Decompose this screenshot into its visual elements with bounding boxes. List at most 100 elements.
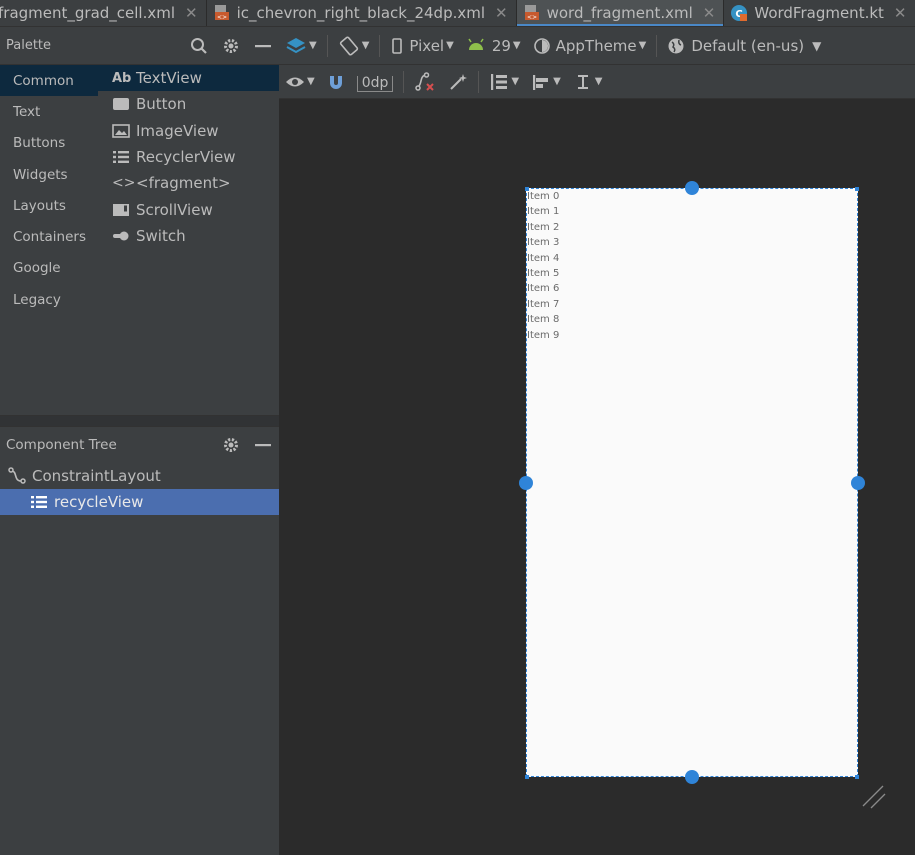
close-icon[interactable]: ✕ <box>894 4 907 22</box>
gear-icon[interactable] <box>221 435 241 455</box>
svg-text:<>: <> <box>217 14 227 21</box>
close-icon[interactable]: ✕ <box>185 4 198 22</box>
tree-node-constraintlayout[interactable]: ConstraintLayout <box>0 463 279 489</box>
default-margin-field[interactable]: 0dp <box>351 65 400 98</box>
device-preview[interactable]: Item 0 Item 1 Item 2 Item 3 Item 4 Item … <box>526 188 858 777</box>
category-label: Legacy <box>13 291 61 308</box>
list-item: Item 6 <box>527 283 560 295</box>
component-label: ImageView <box>136 121 219 140</box>
close-icon[interactable]: ✕ <box>703 4 716 22</box>
chevron-down-icon: ▼ <box>309 40 317 51</box>
category-layouts[interactable]: Layouts <box>0 190 98 221</box>
resize-handle-top-left[interactable] <box>525 187 529 191</box>
category-label: Containers <box>13 229 87 246</box>
category-widgets[interactable]: Widgets <box>0 159 98 190</box>
component-button[interactable]: Button <box>98 91 279 117</box>
category-buttons[interactable]: Buttons <box>0 128 98 159</box>
component-fragment[interactable]: <> <fragment> <box>98 170 279 196</box>
pack-button[interactable]: ▼ <box>483 65 525 98</box>
component-switch[interactable]: Switch <box>98 223 279 249</box>
toolbar-separator <box>326 34 328 57</box>
category-google[interactable]: Google <box>0 253 98 284</box>
search-icon[interactable] <box>189 36 209 56</box>
constraint-handle-right[interactable] <box>851 476 865 490</box>
device-resize-icon[interactable] <box>861 784 887 810</box>
fragment-icon: <> <box>112 175 136 192</box>
api-selector[interactable]: 29 ▼ <box>460 27 527 64</box>
chevron-down-icon: ▼ <box>512 40 521 51</box>
constraint-handle-left[interactable] <box>519 476 533 490</box>
list-item: Item 9 <box>527 329 560 341</box>
magic-wand-icon <box>450 73 468 90</box>
category-common[interactable]: Common <box>0 65 98 97</box>
category-legacy[interactable]: Legacy <box>0 284 98 315</box>
guidelines-button[interactable]: ▼ <box>567 65 609 98</box>
toolbar-separator <box>379 34 381 57</box>
component-textview[interactable]: Ab TextView <box>98 65 279 92</box>
component-tree-title: Component Tree <box>6 437 117 453</box>
locale-selector[interactable]: Default (en-us) ▼ <box>661 27 827 64</box>
tab-ic-chevron-right[interactable]: <> ic_chevron_right_black_24dp.xml ✕ <box>207 0 517 26</box>
phone-icon <box>392 37 403 54</box>
panel-splitter[interactable] <box>0 415 279 427</box>
component-label: RecyclerView <box>136 148 236 167</box>
imageview-icon <box>112 123 132 138</box>
tree-node-recycleview[interactable]: recycleView <box>0 489 279 515</box>
component-recyclerview[interactable]: RecyclerView <box>98 144 279 170</box>
palette-header: Palette <box>0 27 279 65</box>
pack-icon <box>491 73 508 90</box>
tab-word-fragment[interactable]: <> word_fragment.xml ✕ <box>516 0 725 26</box>
resize-handle-bottom-left[interactable] <box>525 775 529 779</box>
recyclerview-preview[interactable]: Item 0 Item 1 Item 2 Item 3 Item 4 Item … <box>527 189 857 343</box>
api-label: 29 <box>491 36 511 55</box>
category-label: Layouts <box>13 197 66 214</box>
constraint-handle-bottom[interactable] <box>685 770 699 784</box>
minimize-icon[interactable] <box>253 36 273 56</box>
theme-label: AppTheme <box>555 36 637 55</box>
toolbar-separator <box>656 34 658 57</box>
tab-label: fragment_grad_cell.xml <box>0 4 176 22</box>
constraint-handle-top[interactable] <box>685 181 699 195</box>
palette-title: Palette <box>6 38 52 53</box>
resize-handle-top-right[interactable] <box>855 187 859 191</box>
category-label: Widgets <box>13 166 68 183</box>
gear-icon[interactable] <box>221 36 241 56</box>
close-icon[interactable]: ✕ <box>495 4 508 22</box>
svg-text:<>: <> <box>527 14 537 21</box>
component-tree-header: Component Tree <box>0 427 279 463</box>
design-toolbar-bottom: ▼ 0dp ▼ ▼ ▼ <box>279 65 915 99</box>
design-canvas[interactable]: Item 0 Item 1 Item 2 Item 3 Item 4 Item … <box>279 99 915 855</box>
autoconnect-toggle[interactable] <box>321 65 351 98</box>
theme-selector[interactable]: AppTheme ▼ <box>527 27 653 64</box>
component-label: TextView <box>136 69 202 88</box>
chevron-down-icon: ▼ <box>307 76 315 87</box>
component-imageview[interactable]: ImageView <box>98 118 279 144</box>
list-item: Item 5 <box>527 267 560 279</box>
infer-constraints-button[interactable] <box>442 65 474 98</box>
align-button[interactable]: ▼ <box>525 65 567 98</box>
component-scrollview[interactable]: ScrollView <box>98 196 279 222</box>
tab-word-fragment-kt[interactable]: C WordFragment.kt ✕ <box>724 0 915 26</box>
left-panel: Palette Common Text Buttons Widgets Layo… <box>0 27 279 855</box>
chevron-down-icon: ▼ <box>594 76 603 87</box>
view-options-button[interactable]: ▼ <box>279 65 321 98</box>
device-selector[interactable]: Pixel ▼ <box>384 27 459 64</box>
chevron-down-icon: ▼ <box>446 40 454 51</box>
clear-constraints-button[interactable] <box>408 65 442 98</box>
layers-icon <box>286 37 306 53</box>
orientation-button[interactable]: ▼ <box>332 27 376 64</box>
tab-fragment-grad-cell[interactable]: fragment_grad_cell.xml ✕ <box>0 0 207 26</box>
component-label: Button <box>136 95 187 114</box>
resize-handle-bottom-right[interactable] <box>855 775 859 779</box>
list-item: Item 2 <box>527 221 560 233</box>
align-icon <box>533 74 549 90</box>
minimize-icon[interactable] <box>253 435 273 455</box>
toolbar-separator <box>403 70 405 93</box>
design-surface-button[interactable]: ▼ <box>279 27 323 64</box>
category-containers[interactable]: Containers <box>0 221 98 252</box>
kotlin-file-icon: C <box>731 5 748 21</box>
component-label: <fragment> <box>136 174 231 193</box>
clear-constraints-icon <box>415 71 435 91</box>
category-text[interactable]: Text <box>0 96 98 127</box>
category-label: Google <box>13 260 61 277</box>
